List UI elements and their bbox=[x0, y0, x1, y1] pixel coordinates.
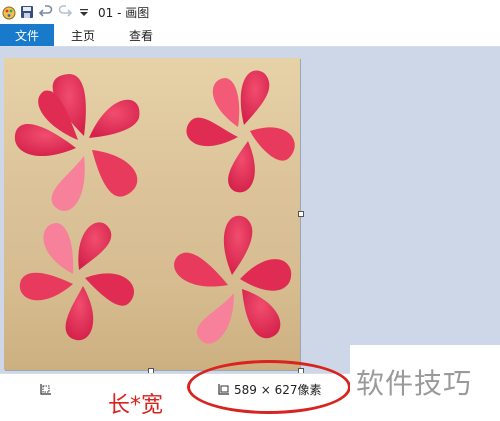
flower-1 bbox=[14, 74, 140, 211]
cursor-position-icon bbox=[38, 382, 52, 401]
tab-file[interactable]: 文件 bbox=[0, 24, 54, 46]
tab-view[interactable]: 查看 bbox=[112, 27, 170, 44]
highlight-ellipse bbox=[187, 360, 351, 414]
watermark-text: 软件技巧 bbox=[356, 367, 473, 400]
flower-2 bbox=[186, 70, 295, 193]
annotation-text: 长*宽 bbox=[108, 393, 164, 418]
paint-app-icon bbox=[2, 5, 16, 20]
flower-3 bbox=[19, 222, 134, 341]
window-title: 01 - 画图 bbox=[98, 5, 150, 20]
resize-handle-right[interactable] bbox=[298, 211, 304, 217]
tab-home[interactable]: 主页 bbox=[54, 27, 112, 44]
title-bar: 01 - 画图 bbox=[0, 0, 500, 24]
save-icon[interactable] bbox=[19, 4, 35, 20]
flower-4 bbox=[174, 215, 292, 344]
customize-dropdown-icon[interactable] bbox=[76, 4, 92, 20]
canvas-image[interactable] bbox=[4, 58, 300, 370]
undo-icon[interactable] bbox=[38, 4, 54, 20]
redo-icon[interactable] bbox=[57, 4, 73, 20]
ribbon-tabs: 文件 主页 查看 bbox=[0, 24, 500, 47]
